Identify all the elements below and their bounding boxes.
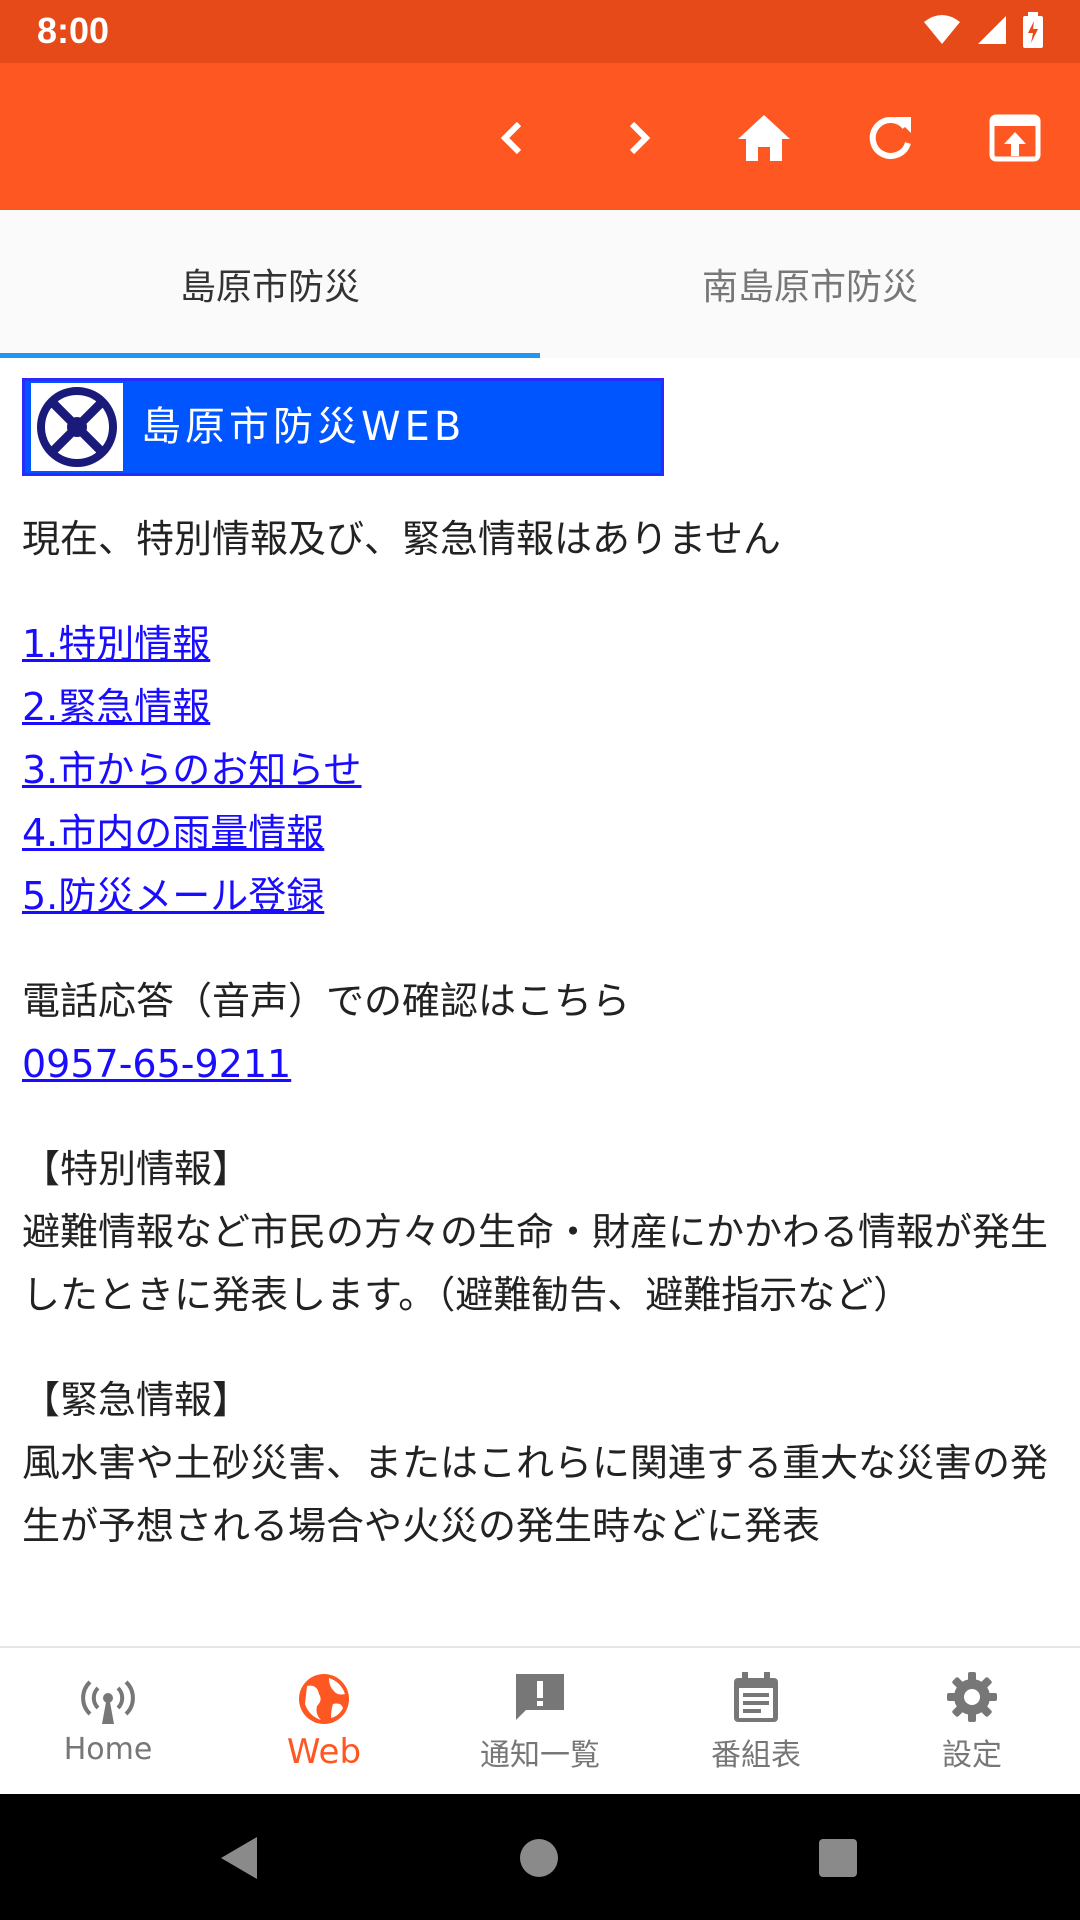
refresh-icon	[869, 116, 911, 159]
square-recents-icon	[819, 1839, 857, 1877]
link-city-news[interactable]: 3.市からのお知らせ	[22, 739, 1062, 802]
nav-settings[interactable]: 設定	[864, 1648, 1080, 1796]
status-bar: 8:00	[0, 0, 1080, 63]
alert-icon	[516, 1674, 564, 1720]
status-icons	[922, 12, 1044, 48]
notice-text: 現在、特別情報及び、緊急情報はありません	[22, 517, 781, 561]
system-navigation-bar	[0, 1794, 1080, 1920]
nav-home-label: Home	[63, 1731, 153, 1767]
banner-title: 島原市防災WEB	[141, 403, 466, 450]
bottom-navigation: Home Web 通知一覧 番組表 設定	[0, 1646, 1080, 1794]
emergency-info-section: 【緊急情報】 風水害や土砂災害、またはこれらに関連する重大な災害の発生が予想され…	[22, 1369, 1062, 1558]
nav-web[interactable]: Web	[216, 1648, 432, 1796]
web-content: 島原市防災WEB 現在、特別情報及び、緊急情報はありません 1.特別情報 2.緊…	[22, 378, 1062, 1646]
emergency-info-title: 【緊急情報】	[22, 1378, 251, 1422]
link-rainfall-info[interactable]: 4.市内の雨量情報	[22, 802, 1062, 865]
tab-minamishimabara[interactable]: 南島原市防災	[540, 210, 1080, 358]
tab-shimabara[interactable]: 島原市防災	[0, 210, 540, 358]
nav-settings-label: 設定	[942, 1738, 1002, 1773]
menu-links: 1.特別情報 2.緊急情報 3.市からのお知らせ 4.市内の雨量情報 5.防災メ…	[22, 613, 1062, 928]
nav-web-label: Web	[286, 1732, 362, 1772]
chevron-left-icon	[500, 121, 522, 155]
status-time: 8:00	[37, 10, 110, 51]
nav-notifications[interactable]: 通知一覧	[432, 1648, 648, 1796]
nav-home[interactable]: Home	[0, 1648, 216, 1796]
open-external-button[interactable]	[980, 103, 1050, 173]
special-info-body: 避難情報など市民の方々の生命・財産にかかわる情報が発生したときに発表します。（避…	[22, 1210, 1049, 1317]
browser-toolbar	[0, 63, 1080, 210]
phone-section: 電話応答（音声）での確認はこちら 0957-65-9211	[22, 970, 1062, 1096]
nav-schedule[interactable]: 番組表	[648, 1648, 864, 1796]
reload-button[interactable]	[855, 103, 925, 173]
nav-schedule-label: 番組表	[711, 1738, 801, 1773]
gear-icon	[947, 1672, 997, 1722]
phone-label: 電話応答（音声）での確認はこちら	[22, 979, 631, 1023]
tab-bar: 島原市防災 南島原市防災	[0, 210, 1080, 358]
link-mail-registration[interactable]: 5.防災メール登録	[22, 865, 1062, 928]
globe-icon	[299, 1674, 349, 1724]
home-button[interactable]	[729, 103, 799, 173]
schedule-icon	[734, 1672, 778, 1722]
system-back-button[interactable]	[206, 1826, 270, 1890]
forward-button[interactable]	[603, 103, 673, 173]
system-home-button[interactable]	[507, 1826, 571, 1890]
battery-icon	[1023, 12, 1043, 48]
link-emergency-info[interactable]: 2.緊急情報	[22, 676, 1062, 739]
site-banner[interactable]: 島原市防災WEB	[22, 378, 664, 476]
chevron-right-icon	[629, 121, 651, 155]
circle-home-icon	[520, 1839, 558, 1877]
nav-notifications-label: 通知一覧	[480, 1738, 600, 1773]
link-special-info[interactable]: 1.特別情報	[22, 613, 1062, 676]
back-button[interactable]	[478, 103, 548, 173]
phone-number-link[interactable]: 0957-65-9211	[22, 1042, 291, 1086]
broadcast-icon	[81, 1680, 135, 1724]
open-in-browser-icon	[989, 114, 1041, 162]
system-recents-button[interactable]	[806, 1826, 870, 1890]
triangle-back-icon	[221, 1837, 257, 1879]
special-info-section: 【特別情報】 避難情報など市民の方々の生命・財産にかかわる情報が発生したときに発…	[22, 1138, 1062, 1327]
wifi-icon	[924, 15, 960, 44]
special-info-title: 【特別情報】	[22, 1147, 251, 1191]
emergency-info-body: 風水害や土砂災害、またはこれらに関連する重大な災害の発生が予想される場合や火災の…	[22, 1441, 1049, 1548]
signal-icon	[978, 16, 1006, 44]
city-emblem-icon	[31, 383, 123, 471]
home-icon	[738, 115, 790, 161]
